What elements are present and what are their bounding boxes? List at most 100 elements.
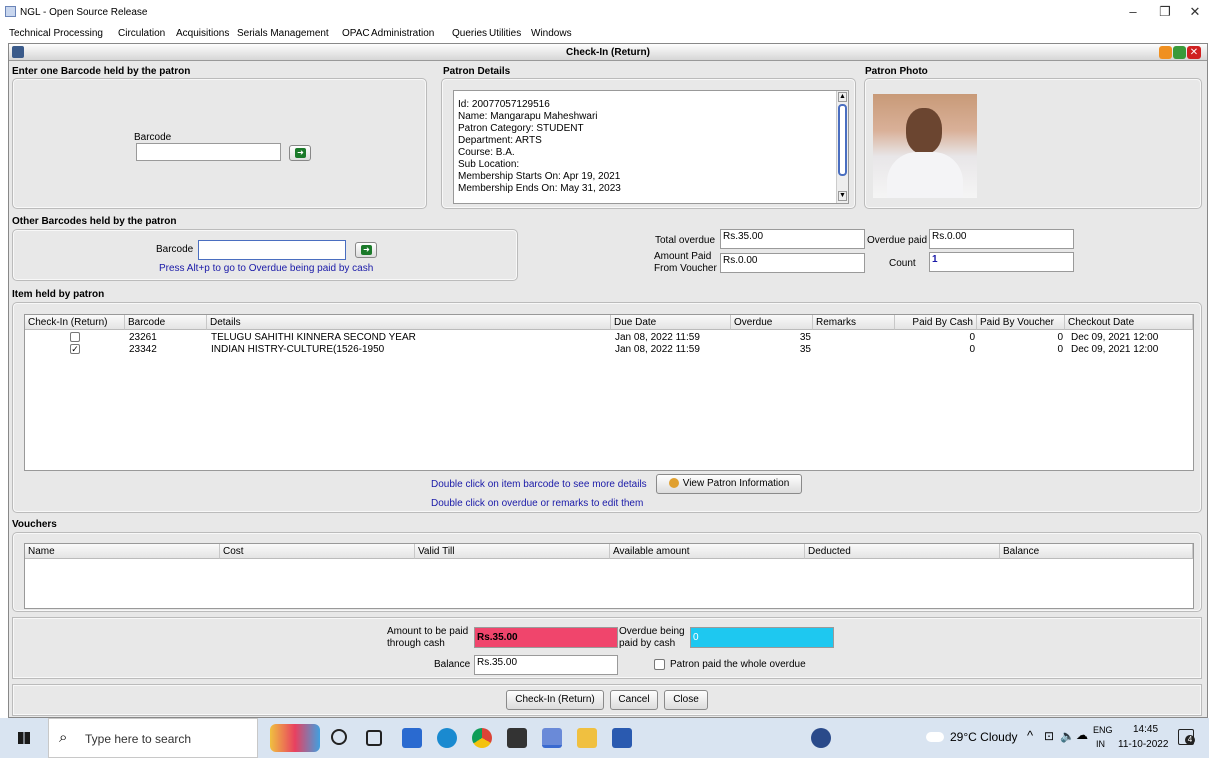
cancel-button[interactable]: Cancel [610,690,658,710]
windows-start-icon[interactable] [18,732,30,744]
patron-details-header: Patron Details [443,66,511,77]
menu-serials-management[interactable]: Serials Management [237,28,329,39]
file-explorer-icon[interactable] [577,728,597,748]
row-checkbox[interactable]: ✓ [70,344,80,354]
store-icon[interactable] [402,728,422,748]
help-icon[interactable] [811,728,831,748]
onedrive-icon[interactable]: ☁ [1076,728,1088,742]
menu-administration[interactable]: Administration [371,28,434,39]
checkin-frame: Check-In (Return) ✕ Enter one Barcode he… [8,43,1208,718]
balance-label: Balance [434,659,471,670]
frame-maximize-icon[interactable] [1173,46,1186,59]
edit-overdue-hint: Double click on overdue or remarks to ed… [431,498,644,509]
menu-opac[interactable]: OPAC [342,28,370,39]
total-overdue-field: Rs.35.00 [720,229,865,249]
weather-text[interactable]: 29°C Cloudy [950,730,1018,744]
row-checkout-date: Dec 09, 2021 12:00 [1071,332,1159,343]
menu-windows[interactable]: Windows [531,28,572,39]
table-row[interactable]: ✓ 23342 INDIAN HISTRY-CULTURE(1526-1950 … [25,343,1193,355]
edge-icon[interactable] [437,728,457,748]
scroll-thumb[interactable] [838,104,847,176]
col-barcode[interactable]: Barcode [125,315,207,330]
col-voucher-deducted[interactable]: Deducted [805,544,1000,559]
menu-bar: Technical Processing Circulation Acquisi… [0,26,1209,42]
menu-queries[interactable]: Queries [452,28,487,39]
clock-date[interactable]: 11-10-2022 [1118,739,1168,750]
row-overdue[interactable]: 35 [731,344,811,355]
row-checkout-date: Dec 09, 2021 12:00 [1071,344,1159,355]
amount-paid-field: Rs.0.00 [720,253,865,273]
frame-minimize-icon[interactable] [1159,46,1172,59]
col-voucher-name[interactable]: Name [25,544,220,559]
scroll-down-icon[interactable]: ▼ [838,191,847,201]
table-row[interactable]: 23261 TELUGU SAHITHI KINNERA SECOND YEAR… [25,331,1193,343]
photo-body [887,152,963,198]
scroll-up-icon[interactable]: ▲ [838,92,847,102]
barcode-label: Barcode [134,132,172,143]
patron-id: Id: 20077057129516 [458,99,550,110]
lang-primary[interactable]: ENG [1093,725,1113,735]
barcode-go-button[interactable]: ➜ [289,145,311,161]
terminal-icon[interactable] [507,728,527,748]
row-barcode[interactable]: 23261 [129,332,157,343]
col-details[interactable]: Details [207,315,611,330]
checkin-button[interactable]: Check-In (Return) [506,690,604,710]
other-barcode-input[interactable] [198,240,346,260]
col-checkin[interactable]: Check-In (Return) [25,315,125,330]
col-voucher-cost[interactable]: Cost [220,544,415,559]
menu-utilities[interactable]: Utilities [489,28,521,39]
patron-course: Course: B.A. [458,147,515,158]
menu-acquisitions[interactable]: Acquisitions [176,28,229,39]
overdue-cash-field[interactable]: 0 [690,627,834,648]
cancel-button-label: Cancel [618,694,650,705]
close-button[interactable]: Close [664,690,708,710]
close-window-button[interactable]: ✕ [1182,4,1208,22]
col-paid-voucher[interactable]: Paid By Voucher [977,315,1065,330]
amount-paid-label: Amount Paid [654,251,712,262]
taskbar-search[interactable]: ⌕ Type here to search [48,718,258,758]
maximize-button[interactable]: ❐ [1152,4,1178,22]
tray-arrow-icon[interactable]: ^ [1027,728,1033,743]
patron-details-scrollbar[interactable]: ▲ ▼ [836,91,848,203]
row-due-date: Jan 08, 2022 11:59 [615,332,700,343]
col-due-date[interactable]: Due Date [611,315,731,330]
news-widget-icon[interactable] [270,724,320,752]
clock-time[interactable]: 14:45 [1133,724,1158,735]
row-checkbox[interactable] [70,332,80,342]
menu-circulation[interactable]: Circulation [118,28,165,39]
volume-icon[interactable]: 🔈 [1060,729,1075,743]
notification-icon[interactable]: 4 [1178,729,1195,745]
col-remarks[interactable]: Remarks [813,315,895,330]
java-app-icon[interactable] [542,728,562,748]
weather-icon[interactable] [926,732,944,742]
barcode-input[interactable] [136,143,281,161]
row-overdue[interactable]: 35 [731,332,811,343]
paid-whole-label[interactable]: Patron paid the whole overdue [670,659,806,670]
row-barcode[interactable]: 23342 [129,344,157,355]
col-voucher-available[interactable]: Available amount [610,544,805,559]
menu-technical-processing[interactable]: Technical Processing [9,28,103,39]
lang-secondary[interactable]: IN [1096,739,1105,749]
word-icon[interactable] [612,728,632,748]
col-voucher-valid-till[interactable]: Valid Till [415,544,610,559]
paid-whole-checkbox[interactable] [654,659,665,670]
col-paid-cash[interactable]: Paid By Cash [895,315,977,330]
patron-category: Patron Category: STUDENT [458,123,584,134]
barcode-details-hint: Double click on item barcode to see more… [431,479,647,490]
col-voucher-balance[interactable]: Balance [1000,544,1193,559]
cortana-icon[interactable] [331,729,347,745]
other-barcodes-panel: Barcode ➜ Press Alt+p to go to Overdue b… [12,229,518,281]
col-overdue[interactable]: Overdue [731,315,813,330]
patron-details-box: Id: 20077057129516 Name: Mangarapu Mahes… [453,90,849,204]
patron-sublocation: Sub Location: [458,159,520,170]
count-field: 1 [929,252,1074,272]
task-view-icon[interactable] [366,730,382,746]
minimize-button[interactable]: – [1120,4,1146,22]
other-barcode-go-button[interactable]: ➜ [355,242,377,258]
network-icon[interactable]: ⊡ [1044,729,1054,743]
frame-close-icon[interactable]: ✕ [1187,46,1201,59]
chrome-icon[interactable] [472,728,492,748]
view-patron-info-button[interactable]: View Patron Information [656,474,802,494]
col-checkout-date[interactable]: Checkout Date [1065,315,1193,330]
window-titlebar: NGL - Open Source Release – ❐ ✕ [0,0,1209,26]
